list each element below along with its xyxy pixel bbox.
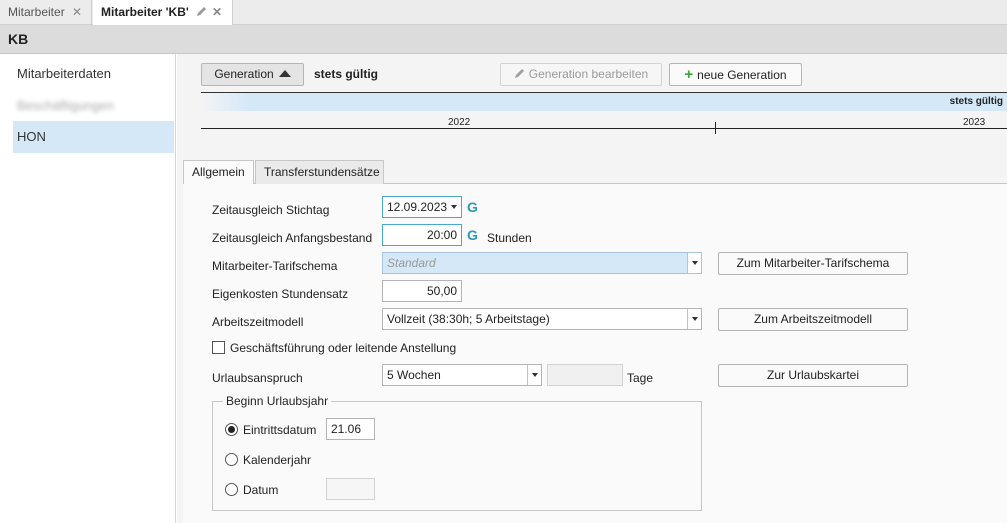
g-marker: G — [467, 227, 478, 243]
tab-label: Mitarbeiter — [8, 5, 65, 19]
radio-kalenderjahr-label[interactable]: Kalenderjahr — [243, 453, 311, 467]
close-icon[interactable]: ✕ — [72, 0, 82, 24]
stichtag-value: 12.09.2023 — [387, 200, 448, 214]
anfangsbestand-input[interactable]: 20:00 — [382, 224, 462, 246]
eigenkosten-value: 50,00 — [426, 284, 457, 298]
page-title: KB — [8, 31, 29, 47]
timeline-year-tick — [715, 122, 716, 134]
arbeitszeit-label: Arbeitszeitmodell — [212, 315, 304, 329]
beginn-urlaubsjahr-group: Beginn Urlaubsjahr Eintrittsdatum 21.06 … — [212, 394, 702, 511]
sidebar-item-mitarbeiterdaten[interactable]: Mitarbeiterdaten — [0, 58, 175, 90]
zum-tarifschema-button[interactable]: Zum Mitarbeiter-Tarifschema — [718, 252, 908, 275]
sidebar-item-label: HON — [17, 129, 46, 144]
chevron-down-icon[interactable] — [687, 309, 701, 329]
tab-label: Mitarbeiter 'KB' — [101, 5, 189, 19]
document-tab-bar: Mitarbeiter ✕ Mitarbeiter 'KB' ✕ — [0, 0, 1007, 26]
plus-icon: + — [684, 66, 694, 83]
days-unit: Tage — [627, 371, 654, 385]
tab-allgemein[interactable]: Allgemein — [183, 160, 254, 185]
zur-urlaubskartei-button[interactable]: Zur Urlaubskartei — [718, 364, 908, 387]
main-panel: Generation stets gültig Generation bearb… — [177, 54, 1007, 523]
tarifschema-placeholder: Standard — [387, 256, 436, 270]
stichtag-label: Zeitausgleich Stichtag — [212, 203, 330, 217]
arbeitszeitmodell-select[interactable]: Vollzeit (38:30h; 5 Arbeitstage) — [382, 308, 702, 330]
pencil-icon — [514, 67, 529, 81]
eigenkosten-input[interactable]: 50,00 — [382, 280, 462, 302]
edit-generation-label: Generation bearbeiten — [528, 67, 649, 81]
pencil-icon — [196, 0, 207, 24]
sidebar: Mitarbeiterdaten Beschäftigungen HON — [0, 54, 176, 523]
zum-arbeitszeitmodell-button[interactable]: Zum Arbeitszeitmodell — [718, 308, 908, 331]
anfangsbestand-value: 20:00 — [426, 228, 457, 242]
tab-label: Allgemein — [192, 165, 245, 179]
form-panel: Zeitausgleich Stichtag 12.09.2023 G Zeit… — [183, 184, 1007, 523]
eintrittsdatum-input[interactable]: 21.06 — [326, 418, 375, 440]
generation-button-label: Generation — [214, 67, 274, 81]
tab-transferstundensaetze[interactable]: Transferstundensätze — [255, 160, 384, 184]
g-marker: G — [467, 199, 478, 215]
tab-label: Transferstundensätze — [264, 165, 380, 179]
chevron-down-icon[interactable] — [687, 253, 701, 273]
timeline-axis — [201, 128, 1007, 129]
radio-kalenderjahr[interactable] — [225, 453, 238, 466]
triangle-up-icon — [278, 70, 291, 77]
urlaub-value: 5 Wochen — [387, 368, 441, 382]
urlaubsanspruch-label: Urlaubsanspruch — [212, 371, 303, 385]
sidebar-item-beschaeftigungen[interactable]: Beschäftigungen — [0, 90, 175, 122]
timeline-validity-bar[interactable]: stets gültig — [201, 92, 1007, 111]
tarifschema-label: Mitarbeiter-Tarifschema — [212, 259, 338, 273]
close-icon[interactable]: ✕ — [212, 0, 222, 24]
content-tab-strip: Allgemein Transferstundensätze — [183, 160, 1007, 185]
tab-mitarbeiter[interactable]: Mitarbeiter ✕ — [0, 0, 92, 25]
sidebar-item-label: Mitarbeiterdaten — [17, 66, 111, 81]
hours-unit: Stunden — [487, 231, 532, 245]
stichtag-date-field[interactable]: 12.09.2023 — [382, 196, 462, 218]
validity-label: stets gültig — [314, 67, 379, 81]
eigenkosten-label: Eigenkosten Stundensatz — [212, 287, 349, 301]
radio-eintrittsdatum-label[interactable]: Eintrittsdatum — [243, 423, 316, 437]
tarifschema-select[interactable]: Standard — [382, 252, 702, 274]
chevron-down-icon[interactable] — [527, 365, 541, 385]
sidebar-item-hon[interactable]: HON — [13, 121, 174, 153]
button-label: Zum Mitarbeiter-Tarifschema — [736, 256, 890, 270]
radio-eintrittsdatum[interactable] — [225, 423, 238, 436]
radio-datum[interactable] — [225, 483, 238, 496]
geschaeftsfuehrung-checkbox[interactable] — [212, 341, 225, 354]
button-label: Zur Urlaubskartei — [766, 368, 860, 382]
record-header: KB — [0, 25, 1007, 54]
timeline-year-label: 2023 — [963, 117, 986, 128]
urlaub-days-input[interactable] — [547, 364, 623, 386]
datum-input[interactable] — [326, 478, 375, 500]
chevron-down-icon[interactable] — [451, 205, 457, 209]
timeline-bar-label: stets gültig — [949, 96, 1003, 107]
arbeitszeit-value: Vollzeit (38:30h; 5 Arbeitstage) — [387, 312, 550, 326]
urlaubsanspruch-select[interactable]: 5 Wochen — [382, 364, 542, 386]
generation-toggle-button[interactable]: Generation — [201, 63, 304, 86]
new-generation-button[interactable]: + neue Generation — [669, 63, 802, 86]
button-label: Zum Arbeitszeitmodell — [753, 312, 873, 326]
sidebar-item-label: Beschäftigungen — [17, 98, 114, 113]
group-legend: Beginn Urlaubsjahr — [223, 394, 332, 408]
tab-mitarbeiter-kb[interactable]: Mitarbeiter 'KB' ✕ — [93, 0, 233, 26]
edit-generation-button[interactable]: Generation bearbeiten — [500, 63, 662, 86]
geschaeftsfuehrung-label[interactable]: Geschäftsführung oder leitende Anstellun… — [230, 341, 456, 355]
radio-datum-label[interactable]: Datum — [243, 483, 278, 497]
anfangsbestand-label: Zeitausgleich Anfangsbestand — [212, 231, 373, 245]
timeline-year-label: 2022 — [448, 117, 471, 128]
eintrittsdatum-value: 21.06 — [331, 422, 362, 436]
new-generation-label: neue Generation — [697, 68, 787, 82]
